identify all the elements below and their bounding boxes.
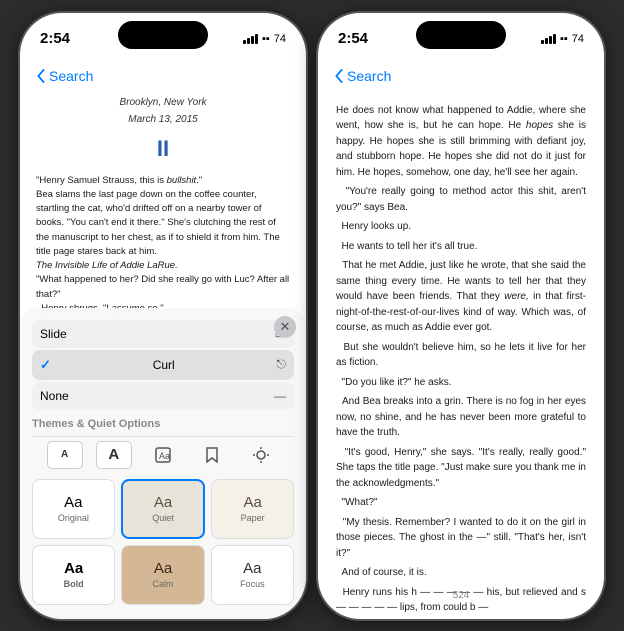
font-style-button[interactable]: Aa: [145, 441, 181, 469]
theme-cards-row-2: Aa Bold Aa Calm Aa Focus: [32, 545, 294, 605]
right-para-14: — to pay off his stu — — — — treats hims…: [336, 620, 586, 621]
font-size-increase-button[interactable]: A: [96, 441, 132, 469]
right-para-1: He does not know what happened to Addie,…: [336, 103, 586, 181]
curl-label: Curl: [153, 358, 175, 372]
theme-card-original[interactable]: Aa Original: [32, 479, 115, 539]
slide-option-slide[interactable]: Slide ▭: [32, 320, 294, 348]
bottom-panel: ✕ Slide ▭ ✓ Curl ⎋ None —: [20, 308, 306, 619]
right-signal-icon: [541, 34, 556, 44]
right-para-4: He wants to tell her it's all true.: [336, 239, 586, 255]
book-location: Brooklyn, New York: [36, 95, 290, 111]
right-status-bar: 2:54 ▪▪ 74: [318, 13, 604, 57]
left-status-bar: 2:54 ▪▪ 74: [20, 13, 306, 57]
focus-label: Focus: [240, 579, 265, 589]
right-para-2: "You're really going to method actor thi…: [336, 184, 586, 215]
right-nav-bar: Search: [318, 57, 604, 95]
right-time: 2:54: [338, 30, 368, 47]
slide-option-none[interactable]: None —: [32, 382, 294, 410]
curl-check: ✓: [40, 357, 51, 373]
left-status-icons: ▪▪ 74: [243, 33, 286, 45]
left-back-button[interactable]: Search: [36, 68, 93, 84]
themes-label: Themes & Quiet Options: [32, 418, 294, 430]
right-back-button[interactable]: Search: [334, 68, 391, 84]
theme-cards-row-1: Aa Original Aa Quiet Aa Paper: [32, 479, 294, 539]
font-size-decrease-button[interactable]: A: [47, 441, 83, 469]
chapter-number: II: [36, 132, 290, 166]
none-label: None: [40, 389, 69, 403]
page-number: 524: [318, 590, 604, 601]
close-button[interactable]: ✕: [274, 316, 296, 338]
quiet-text: Aa: [154, 494, 172, 511]
right-para-8: And Bea breaks into a grin. There is no …: [336, 394, 586, 441]
left-nav-bar: Search: [20, 57, 306, 95]
slide-label: Slide: [40, 327, 67, 341]
left-phone: 2:54 ▪▪ 74 Search Brooklyn, Ne: [18, 11, 308, 621]
slide-option-curl[interactable]: ✓ Curl ⎋: [32, 350, 294, 380]
right-para-3: Henry looks up.: [336, 219, 586, 235]
paper-text: Aa: [244, 494, 262, 511]
theme-card-focus[interactable]: Aa Focus: [211, 545, 294, 605]
bold-text: Aa: [64, 560, 83, 577]
original-text: Aa: [64, 494, 82, 511]
right-para-10: "What?": [336, 495, 586, 511]
curl-icon: ⎋: [276, 357, 286, 372]
themes-section: Themes & Quiet Options: [32, 418, 294, 430]
svg-text:Aa: Aa: [159, 451, 170, 461]
theme-card-paper[interactable]: Aa Paper: [211, 479, 294, 539]
phones-container: 2:54 ▪▪ 74 Search Brooklyn, Ne: [0, 0, 624, 631]
right-para-9: "It's good, Henry," she says. "It's real…: [336, 445, 586, 492]
left-time: 2:54: [40, 30, 70, 47]
right-para-5: That he met Addie, just like he wrote, t…: [336, 258, 586, 336]
wifi-icon: ▪▪: [262, 33, 270, 45]
signal-icon: [243, 34, 258, 44]
theme-card-calm[interactable]: Aa Calm: [121, 545, 204, 605]
paper-label: Paper: [241, 513, 265, 523]
quiet-option-label: Quiet Options: [88, 418, 161, 430]
bookmark-button[interactable]: [194, 441, 230, 469]
right-book-content: He does not know what happened to Addie,…: [318, 95, 604, 621]
right-para-6: But she wouldn't believe him, so he lets…: [336, 340, 586, 371]
focus-text: Aa: [243, 560, 261, 577]
original-label: Original: [58, 513, 89, 523]
brightness-button[interactable]: [243, 441, 279, 469]
book-date: March 13, 2015: [36, 112, 290, 128]
right-para-11: "My thesis. Remember? I wanted to do it …: [336, 515, 586, 562]
right-para-7: "Do you like it?" he asks.: [336, 375, 586, 391]
bold-label: Bold: [64, 579, 84, 589]
toolbar: A A Aa: [32, 436, 294, 473]
theme-card-bold[interactable]: Aa Bold: [32, 545, 115, 605]
battery-label: 74: [274, 33, 286, 45]
book-header: Brooklyn, New York March 13, 2015 II: [36, 95, 290, 166]
quiet-label: Quiet: [152, 513, 174, 523]
right-phone: 2:54 ▪▪ 74 Search He does not know what: [316, 11, 606, 621]
calm-label: Calm: [152, 579, 173, 589]
theme-card-quiet[interactable]: Aa Quiet: [121, 479, 206, 539]
slide-options: Slide ▭ ✓ Curl ⎋ None —: [32, 320, 294, 410]
calm-text: Aa: [154, 560, 172, 577]
right-status-icons: ▪▪ 74: [541, 33, 584, 45]
right-para-12: And of course, it is.: [336, 565, 586, 581]
right-wifi-icon: ▪▪: [560, 33, 568, 45]
none-icon: —: [274, 389, 286, 403]
right-battery-label: 74: [572, 33, 584, 45]
